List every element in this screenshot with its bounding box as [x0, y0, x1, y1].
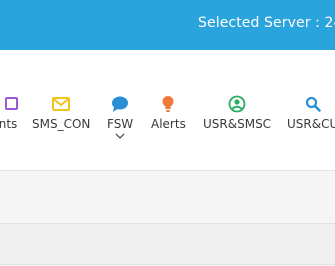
- nav-item-label: USR&CU: [287, 117, 335, 131]
- nav-item-fsw[interactable]: FSW: [107, 95, 133, 139]
- user-circle-icon: [228, 95, 246, 113]
- content-area: [0, 171, 335, 266]
- nav-item-label: SMS_CON: [32, 117, 91, 131]
- content-row: [0, 223, 335, 265]
- search-icon: [305, 96, 321, 112]
- nav-item-sms-con[interactable]: SMS_CON: [32, 95, 90, 131]
- nav-item-usr-cu[interactable]: USR&CU: [287, 95, 335, 131]
- square-icon: [5, 97, 18, 110]
- nav-item-label: nts: [0, 117, 18, 131]
- nav-item-alerts[interactable]: Alerts: [151, 95, 186, 131]
- nav-item-label: USR&SMSC: [203, 117, 272, 131]
- chevron-down-icon[interactable]: [115, 133, 125, 139]
- nav-item-usr-smsc[interactable]: USR&SMSC: [203, 95, 271, 131]
- module-nav-bar: nts SMS_CON FSW Alerts USR&SMSC USR&CU: [0, 50, 335, 171]
- envelope-icon: [52, 97, 71, 111]
- nav-item-label: FSW: [107, 117, 134, 131]
- nav-item-nts[interactable]: nts: [0, 95, 22, 131]
- top-bar: Selected Server : 24: [0, 0, 335, 50]
- nav-item-label: Alerts: [151, 117, 186, 131]
- chat-bubble-icon: [112, 96, 129, 112]
- selected-server-label: Selected Server : 24: [198, 15, 335, 31]
- lightbulb-icon: [162, 96, 174, 112]
